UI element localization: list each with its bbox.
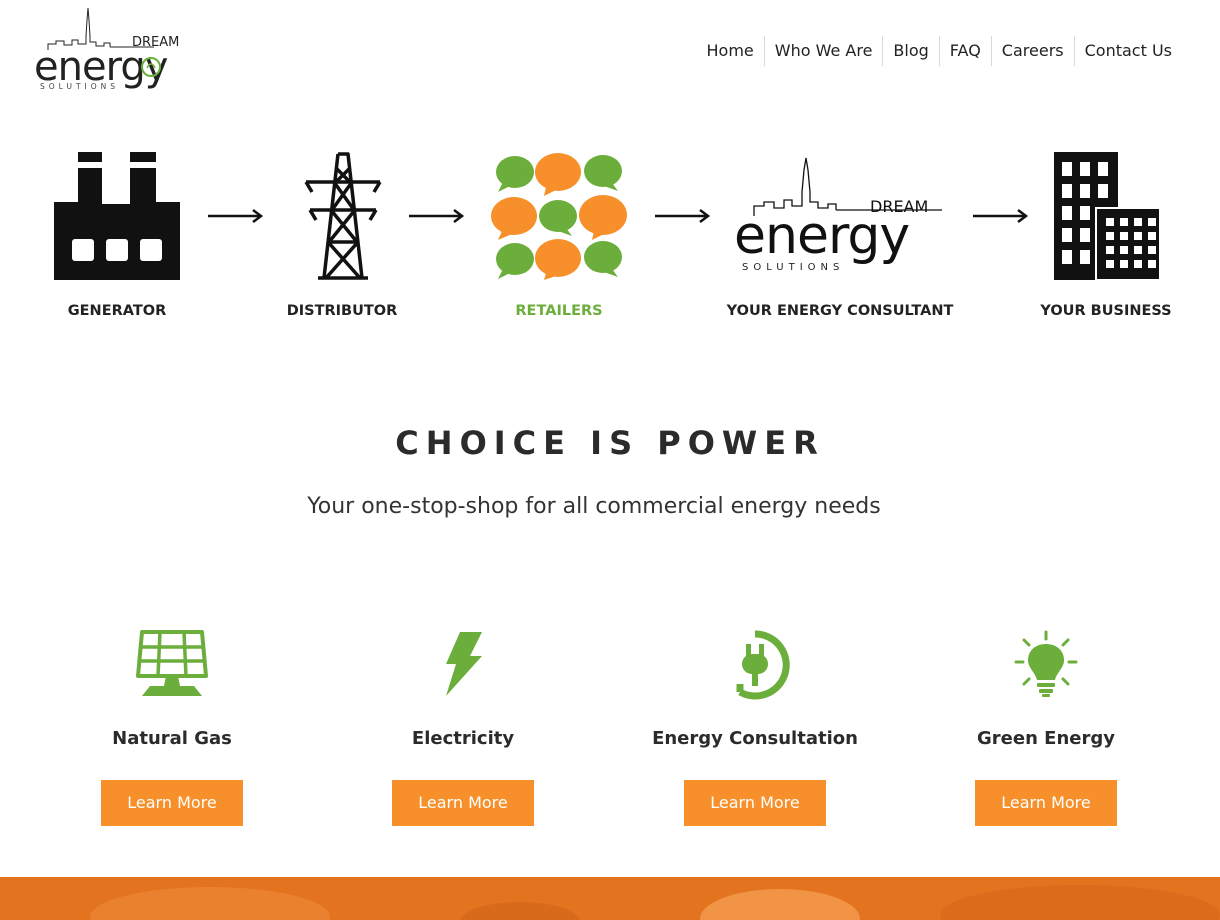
electricity-learn-more-button[interactable]: Learn More (392, 780, 534, 826)
flow-label-generator: GENERATOR (67, 303, 167, 319)
headline-subtitle: Your one-stop-shop for all commercial en… (307, 494, 881, 519)
flow-label-your-business: YOUR BUSINESS (1040, 303, 1172, 319)
svg-text:energy: energy (734, 206, 909, 266)
nav-blog[interactable]: Blog (882, 36, 938, 66)
lightbulb-icon (1014, 630, 1078, 697)
svg-text:SOLUTIONS: SOLUTIONS (742, 262, 844, 273)
consultant-logo-icon: DREAM energy SOLUTIONS (734, 157, 942, 273)
flow-arrow-2-icon (409, 209, 465, 223)
nav-careers[interactable]: Careers (990, 36, 1074, 66)
nav-contact-us[interactable]: Contact Us (1073, 36, 1182, 66)
flow-arrow-1-icon (208, 209, 264, 223)
main-nav: Home Who We Are Blog FAQ Careers Contact… (697, 36, 1183, 66)
hero-image-banner (0, 877, 1220, 920)
flow-arrow-4-icon (973, 209, 1029, 223)
lightning-bolt-icon (446, 632, 482, 696)
power-plug-icon (736, 630, 790, 700)
nav-who-we-are[interactable]: Who We Are (763, 36, 883, 66)
service-title-energy-consultation: Energy Consultation (652, 728, 858, 749)
service-title-electricity: Electricity (411, 728, 515, 749)
energy-consultation-learn-more-button[interactable]: Learn More (684, 780, 826, 826)
flow-arrow-3-icon (655, 209, 711, 223)
speech-bubbles-icon (491, 153, 627, 280)
factory-icon (54, 152, 180, 280)
nav-home[interactable]: Home (697, 36, 764, 66)
solar-panel-icon (136, 630, 208, 696)
flow-label-distributor: DISTRIBUTOR (286, 303, 398, 319)
transmission-tower-icon (304, 152, 382, 280)
svg-text:SOLUTIONS: SOLUTIONS (40, 82, 119, 91)
service-title-green-energy: Green Energy (977, 728, 1115, 749)
dream-energy-logo[interactable]: DREAM energy SOLUTIONS (34, 6, 194, 96)
flow-label-retailers: RETAILERS (515, 303, 603, 319)
natural-gas-learn-more-button[interactable]: Learn More (101, 780, 243, 826)
office-building-icon (1054, 152, 1161, 281)
service-title-natural-gas: Natural Gas (112, 728, 232, 749)
nav-faq[interactable]: FAQ (938, 36, 991, 66)
headline-title: CHOICE IS POWER (395, 424, 825, 462)
green-energy-learn-more-button[interactable]: Learn More (975, 780, 1117, 826)
logo-graphic: DREAM energy SOLUTIONS (34, 7, 179, 91)
flow-label-energy-consultant: YOUR ENERGY CONSULTANT (726, 303, 954, 319)
hero-background-image (0, 877, 1220, 920)
